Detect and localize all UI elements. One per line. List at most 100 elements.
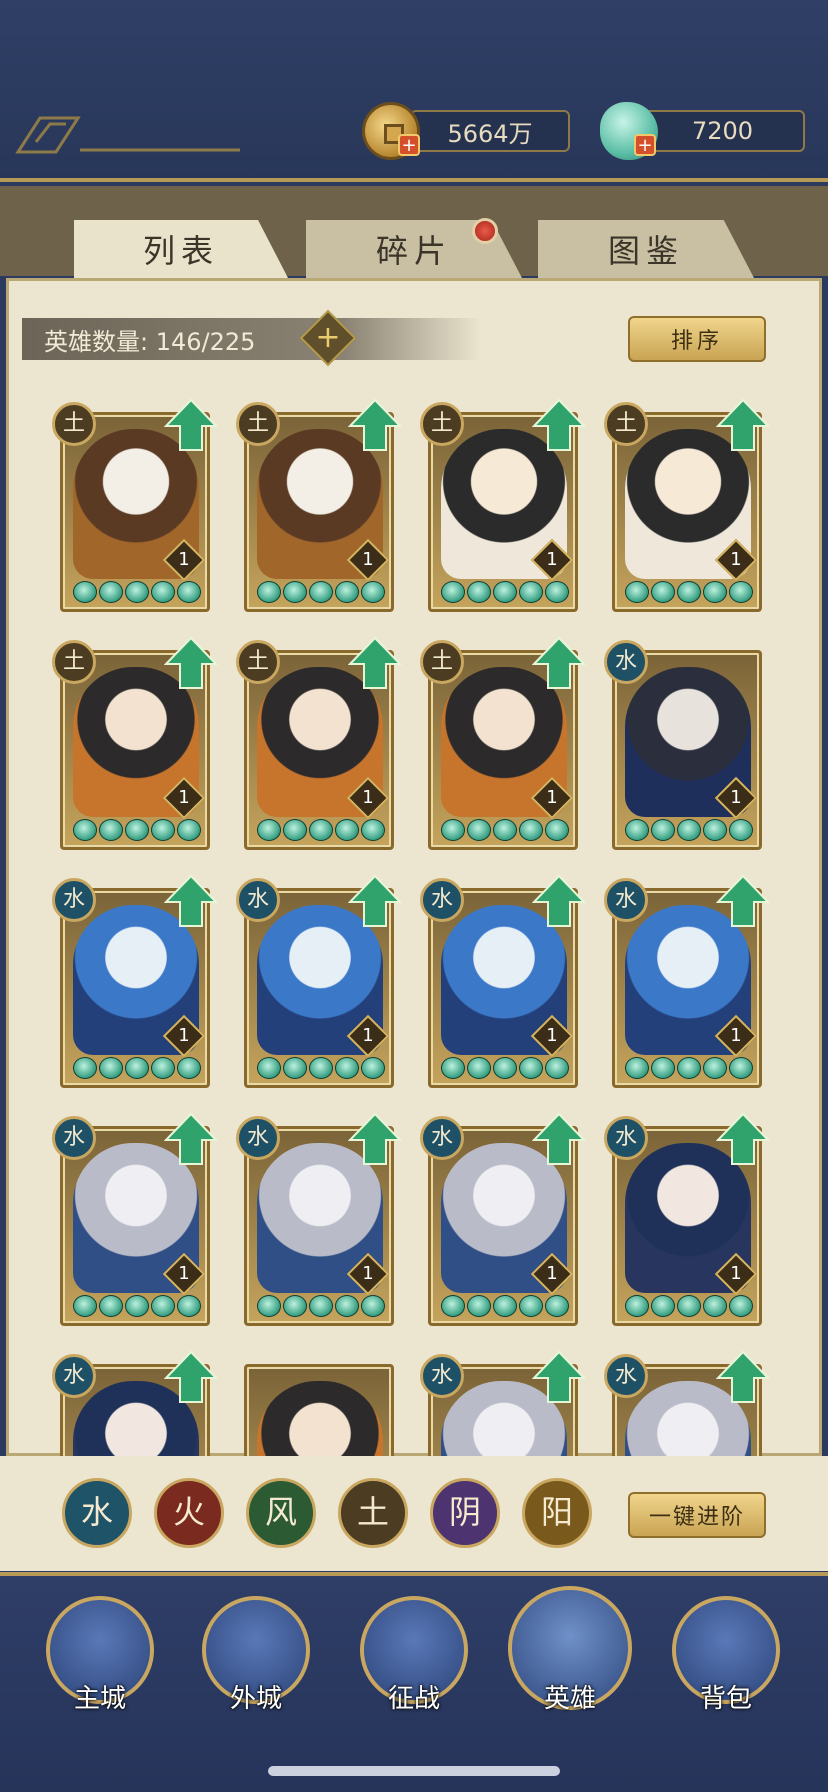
jade-star-icon — [703, 1057, 727, 1079]
jade-star-icon — [125, 1295, 149, 1317]
jade-star-icon — [283, 819, 307, 841]
star-rating — [625, 819, 755, 841]
jade-star-icon — [361, 819, 385, 841]
element-badge: 土 — [236, 402, 280, 446]
star-rating — [257, 581, 387, 603]
jade-star-icon — [677, 1295, 701, 1317]
star-rating — [441, 1295, 571, 1317]
jade-star-icon — [99, 581, 123, 603]
upgrade-arrow-icon — [348, 636, 402, 689]
element-filter-button[interactable]: 土 — [338, 1478, 408, 1548]
star-rating — [257, 1057, 387, 1079]
jade-star-icon — [703, 819, 727, 841]
jade-star-icon — [441, 819, 465, 841]
jade-star-icon — [125, 581, 149, 603]
element-badge: 水 — [420, 1116, 464, 1160]
upgrade-arrow-icon — [348, 874, 402, 927]
jade-star-icon — [625, 819, 649, 841]
sort-button[interactable]: 排序 — [628, 316, 766, 362]
jade-star-icon — [651, 581, 675, 603]
jade-star-icon — [677, 581, 701, 603]
upgrade-arrow-icon — [716, 874, 770, 927]
home-indicator — [268, 1766, 560, 1776]
jade-star-icon — [493, 581, 517, 603]
star-rating — [73, 819, 203, 841]
gold-counter: 5664万 — [410, 110, 570, 152]
add-jade-button[interactable]: + — [634, 134, 656, 156]
hero-level: 1 — [362, 549, 374, 570]
jade-star-icon — [73, 1295, 97, 1317]
jade-star-icon — [729, 819, 753, 841]
star-rating — [441, 819, 571, 841]
jade-star-icon — [257, 581, 281, 603]
jade-star-icon — [309, 1295, 333, 1317]
jade-star-icon — [335, 1057, 359, 1079]
jade-star-icon — [729, 1057, 753, 1079]
jade-star-icon — [729, 581, 753, 603]
element-badge: 水 — [604, 640, 648, 684]
jade-star-icon — [729, 1295, 753, 1317]
jade-star-icon — [545, 1057, 569, 1079]
plus-icon: + — [315, 320, 341, 355]
hero-level: 1 — [730, 1263, 742, 1284]
jade-amount: 7200 — [691, 117, 754, 145]
element-badge: 水 — [236, 1116, 280, 1160]
element-badge: 水 — [52, 1116, 96, 1160]
element-badge: 土 — [236, 640, 280, 684]
jade-star-icon — [99, 1057, 123, 1079]
jade-star-icon — [493, 1295, 517, 1317]
element-filter-button[interactable]: 火 — [154, 1478, 224, 1548]
add-gold-button[interactable]: + — [398, 134, 420, 156]
element-filter-button[interactable]: 阳 — [522, 1478, 592, 1548]
upgrade-arrow-icon — [532, 636, 586, 689]
jade-star-icon — [625, 1057, 649, 1079]
upgrade-arrow-icon — [164, 1112, 218, 1165]
nav-heroes-label: 英雄 — [543, 1684, 596, 1714]
star-rating — [73, 1295, 203, 1317]
jade-star-icon — [677, 819, 701, 841]
star-rating — [441, 1057, 571, 1079]
hero-card[interactable] — [244, 1364, 394, 1456]
tab-list[interactable]: 列表 — [74, 220, 288, 278]
element-filter-button[interactable]: 风 — [246, 1478, 316, 1548]
star-rating — [441, 581, 571, 603]
tab-codex[interactable]: 图鉴 — [538, 220, 754, 278]
jade-star-icon — [519, 1057, 543, 1079]
upgrade-arrow-icon — [716, 398, 770, 451]
jade-star-icon — [519, 819, 543, 841]
jade-star-icon — [73, 1057, 97, 1079]
element-filter-button[interactable]: 阴 — [430, 1478, 500, 1548]
jade-star-icon — [151, 1295, 175, 1317]
upgrade-arrow-icon — [716, 1350, 770, 1403]
element-filter-button[interactable]: 水 — [62, 1478, 132, 1548]
jade-star-icon — [335, 1295, 359, 1317]
notification-dot — [472, 218, 498, 244]
jade-star-icon — [335, 819, 359, 841]
jade-star-icon — [309, 581, 333, 603]
jade-star-icon — [257, 819, 281, 841]
jade-star-icon — [651, 819, 675, 841]
jade-star-icon — [441, 1057, 465, 1079]
hero-level: 1 — [178, 1263, 190, 1284]
jade-star-icon — [151, 1057, 175, 1079]
star-rating — [625, 1057, 755, 1079]
element-badge: 水 — [420, 1354, 464, 1398]
hero-level: 1 — [178, 1025, 190, 1046]
element-badge: 土 — [52, 402, 96, 446]
nav-outer-city-label: 外城 — [229, 1684, 282, 1714]
jade-star-icon — [99, 819, 123, 841]
one-click-advance-button[interactable]: 一键进阶 — [628, 1492, 766, 1538]
hero-level: 1 — [546, 787, 558, 808]
jade-star-icon — [361, 581, 385, 603]
jade-star-icon — [677, 1057, 701, 1079]
element-badge: 水 — [604, 878, 648, 922]
jade-star-icon — [257, 1057, 281, 1079]
jade-star-icon — [125, 1057, 149, 1079]
upgrade-arrow-icon — [716, 1112, 770, 1165]
upgrade-arrow-icon — [164, 1350, 218, 1403]
element-badge: 水 — [604, 1354, 648, 1398]
element-badge: 水 — [604, 1116, 648, 1160]
jade-star-icon — [467, 1057, 491, 1079]
jade-star-icon — [441, 581, 465, 603]
jade-star-icon — [651, 1057, 675, 1079]
